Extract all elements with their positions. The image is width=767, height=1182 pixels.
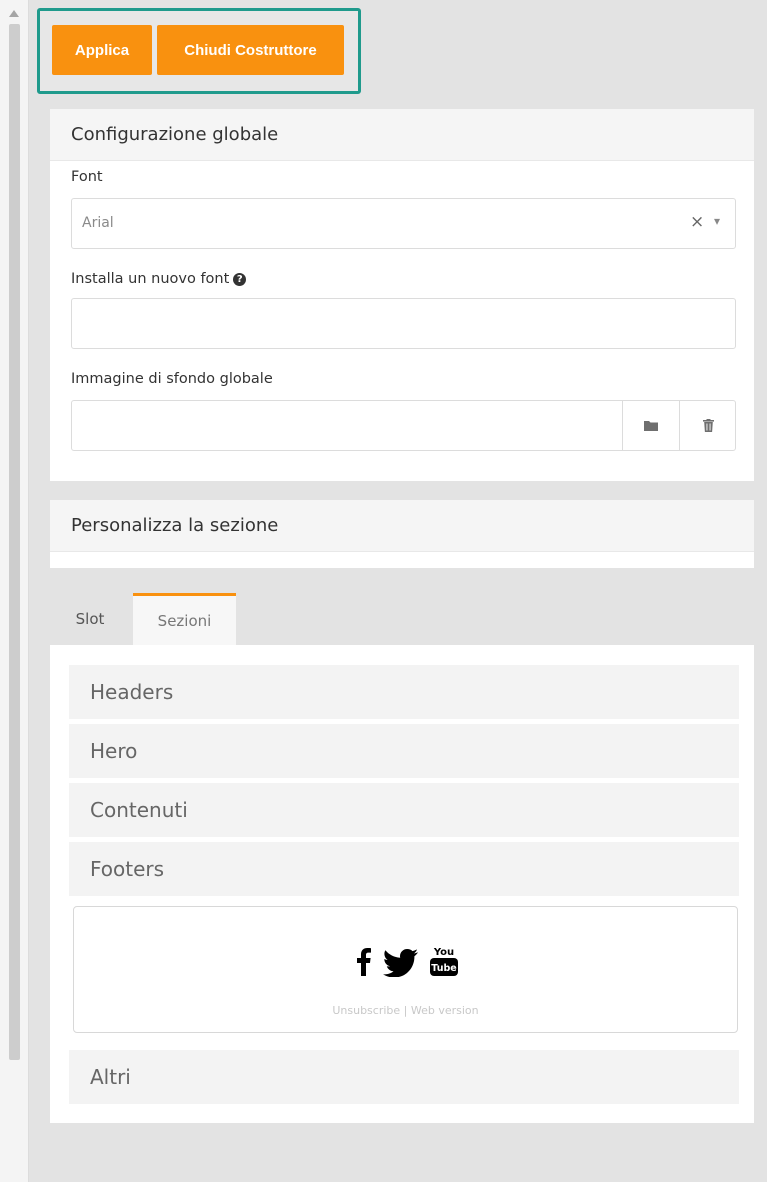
font-select[interactable]: Arial × ▾	[71, 198, 736, 249]
section-headers[interactable]: Headers	[69, 665, 739, 719]
tab-slot[interactable]: Slot	[62, 596, 118, 642]
scroll-up-arrow-icon[interactable]	[9, 10, 19, 17]
footer-preview-links: Unsubscribe | Web version	[332, 1004, 479, 1017]
scrollbar-thumb[interactable]	[9, 24, 20, 1060]
install-font-row: Installa un nuovo font ?	[71, 271, 247, 287]
customize-section-panel: Personalizza la sezione	[50, 500, 754, 568]
help-icon[interactable]: ?	[233, 272, 247, 286]
trash-icon	[702, 419, 714, 432]
section-hero[interactable]: Hero	[69, 724, 739, 778]
close-builder-button[interactable]: Chiudi Costruttore	[157, 25, 344, 75]
social-icons-row: You Tube	[356, 944, 466, 978]
font-label: Font	[71, 169, 103, 185]
svg-text:Tube: Tube	[431, 963, 456, 974]
install-font-input[interactable]	[71, 298, 736, 349]
delete-image-button[interactable]	[679, 401, 736, 450]
section-footers[interactable]: Footers	[69, 842, 739, 896]
tab-sezioni[interactable]: Sezioni	[133, 593, 236, 645]
global-config-title: Configurazione globale	[50, 109, 754, 161]
font-select-value: Arial	[82, 215, 114, 231]
apply-button[interactable]: Applica	[52, 25, 152, 75]
install-font-label: Installa un nuovo font	[71, 271, 230, 287]
twitter-icon	[383, 949, 418, 977]
section-altri[interactable]: Altri	[69, 1050, 739, 1104]
facebook-icon	[357, 948, 371, 976]
clear-icon[interactable]: ×	[690, 212, 704, 232]
bg-image-input[interactable]	[72, 401, 622, 450]
bg-image-label: Immagine di sfondo globale	[71, 371, 273, 387]
bg-image-field	[71, 400, 736, 451]
folder-icon	[644, 421, 658, 431]
youtube-icon: You Tube	[430, 947, 458, 976]
browse-folder-button[interactable]	[622, 401, 679, 450]
footer-template-preview[interactable]: You Tube Unsubscribe | Web version	[73, 906, 738, 1033]
customize-section-title[interactable]: Personalizza la sezione	[50, 500, 754, 552]
global-config-panel: Configurazione globale Font Arial × ▾ In…	[50, 109, 754, 481]
chevron-down-icon[interactable]: ▾	[714, 214, 720, 228]
svg-text:You: You	[433, 947, 454, 958]
section-contenuti[interactable]: Contenuti	[69, 783, 739, 837]
